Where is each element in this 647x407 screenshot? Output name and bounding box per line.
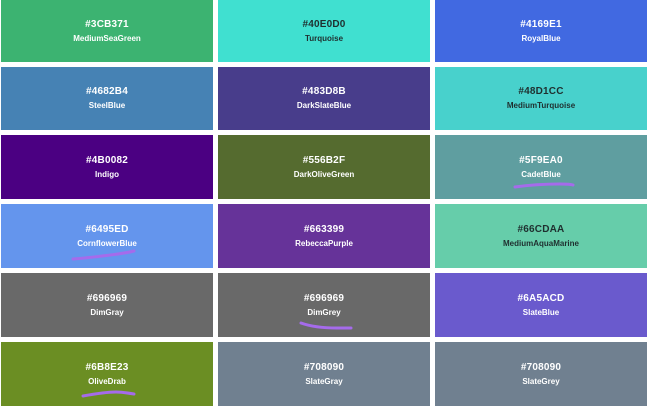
swatch-name: RoyalBlue <box>521 33 561 43</box>
swatch-hex: #40E0D0 <box>302 18 346 30</box>
swatch-name: RebeccaPurple <box>295 238 353 248</box>
swatch-name: DarkOliveGreen <box>293 169 355 179</box>
swatch-card: #4169E1 RoyalBlue <box>435 0 647 62</box>
swatch-card: #696969 DimGray <box>1 273 213 337</box>
swatch-card: #3CB371 MediumSeaGreen <box>1 0 213 62</box>
swatch-card: #66CDAA MediumAquaMarine <box>435 204 647 268</box>
swatch-name: MediumAquaMarine <box>502 238 579 248</box>
swatch-name: DimGray <box>90 307 124 317</box>
swatch-hex: #663399 <box>303 223 345 235</box>
swatch-name: MediumTurquoise <box>506 101 576 110</box>
swatch-name: CadetBlue <box>521 169 561 179</box>
swatch-card: #708090 SlateGrey <box>435 342 647 406</box>
swatch-name: Turquoise <box>304 33 344 43</box>
swatch-card: #6A5ACD SlateBlue <box>435 273 647 337</box>
swatch-name: DimGrey <box>307 307 341 317</box>
swatch-hex: #6495ED <box>85 223 129 235</box>
swatch-card: #708090 SlateGray <box>218 342 430 406</box>
swatch-hex: #66CDAA <box>517 223 565 235</box>
swatch-card: #6B8E23 OliveDrab <box>1 342 213 406</box>
swatch-name: DarkSlateBlue <box>296 101 352 110</box>
swatch-hex: #708090 <box>303 361 345 373</box>
color-swatch-grid: #3CB371 MediumSeaGreen #40E0D0 Turquoise… <box>1 0 647 407</box>
swatch-hex: #48D1CC <box>518 86 564 97</box>
swatch-hex: #708090 <box>520 361 562 373</box>
swatch-hex: #4169E1 <box>520 18 562 30</box>
swatch-hex: #3CB371 <box>85 18 129 30</box>
swatch-card: #48D1CC MediumTurquoise <box>435 67 647 130</box>
swatch-hex: #6B8E23 <box>85 361 129 373</box>
swatch-name: CornflowerBlue <box>77 238 137 248</box>
swatch-name: MediumSeaGreen <box>73 33 141 43</box>
swatch-name: SlateBlue <box>522 307 560 317</box>
swatch-card: #6495ED CornflowerBlue <box>1 204 213 268</box>
swatch-card: #4B0082 Indigo <box>1 135 213 199</box>
swatch-card: #483D8B DarkSlateBlue <box>218 67 430 130</box>
swatch-hex: #4682B4 <box>86 86 128 97</box>
swatch-card: #696969 DimGrey <box>218 273 430 337</box>
swatch-card: #4682B4 SteelBlue <box>1 67 213 130</box>
swatch-name: SlateGray <box>305 376 343 386</box>
swatch-name: OliveDrab <box>88 376 126 386</box>
swatch-hex: #696969 <box>86 292 128 304</box>
swatch-name: SlateGrey <box>522 376 560 386</box>
swatch-name: SteelBlue <box>88 101 126 110</box>
swatch-card: #556B2F DarkOliveGreen <box>218 135 430 199</box>
swatch-hex: #556B2F <box>302 154 346 166</box>
swatch-name: Indigo <box>95 169 119 179</box>
swatch-card: #40E0D0 Turquoise <box>218 0 430 62</box>
swatch-hex: #696969 <box>303 292 345 304</box>
swatch-hex: #5F9EA0 <box>519 154 563 166</box>
swatch-hex: #6A5ACD <box>517 292 565 304</box>
swatch-hex: #483D8B <box>302 86 346 97</box>
swatch-hex: #4B0082 <box>86 154 128 166</box>
swatch-card: #663399 RebeccaPurple <box>218 204 430 268</box>
swatch-card: #5F9EA0 CadetBlue <box>435 135 647 199</box>
